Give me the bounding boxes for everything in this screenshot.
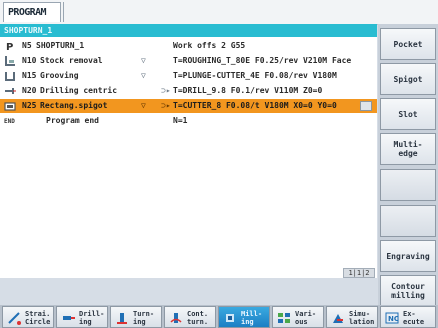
block-parameters: T=DRILL_9.8 F0.1/rev V110M Z0=0 — [173, 86, 323, 95]
vertical-softkey-bar: Pocket Spigot Slot Multi- edge Engraving Cont… — [378, 24, 438, 307]
block-parameters: T=PLUNGE-CUTTER_4E F0.08/rev V180M — [173, 71, 337, 80]
milling-icon — [223, 311, 237, 325]
program-name-bar: SHOPTURN_1 — [0, 24, 377, 37]
drilling-icon — [61, 311, 75, 325]
softkey-milling[interactable]: Mill- ing — [218, 306, 270, 328]
block-label: Rectang.spigot — [40, 101, 108, 110]
softkey-vertical-pocket[interactable]: Pocket — [380, 28, 436, 60]
block-parameters: T=ROUGHING_T_80E F0.25/rev V210M Face — [173, 56, 352, 65]
block-label: Grooving — [40, 71, 79, 80]
softkey-label: Mill- ing — [241, 310, 263, 326]
block-number: N10 — [22, 56, 37, 65]
softkey-label: Drill- ing — [79, 310, 105, 326]
softkey-contour-turning[interactable]: Cont. turn. — [164, 306, 216, 328]
block-label: Stock removal — [40, 56, 103, 65]
block-label: Drilling centric — [40, 86, 118, 95]
block-parameters: T=CUTTER_8 F0.08/t V180M X0=0 Y0=0 — [173, 101, 337, 110]
softkey-straight-circle[interactable]: Strai. Circle — [2, 306, 54, 328]
softkey-simulation[interactable]: Simu- lation — [326, 306, 378, 328]
straight-circle-icon — [7, 311, 21, 325]
linked-marker: ⊃▸ — [161, 86, 171, 95]
softkey-various[interactable]: Vari- ous — [272, 306, 324, 328]
svg-text:P: P — [6, 42, 13, 52]
grooving-icon — [4, 70, 16, 82]
block-parameters: Work offs 2 G55 — [173, 41, 246, 50]
softkey-vertical-spigot[interactable]: Spigot — [380, 63, 436, 95]
block-number: N5 — [22, 41, 32, 50]
softkey-execute[interactable]: NC Ex- ecute — [380, 306, 436, 328]
end-icon: END — [4, 118, 15, 125]
softkey-vertical-engraving[interactable]: Engraving — [380, 240, 436, 272]
program-tab[interactable]: PROGRAM — [3, 2, 61, 22]
p-letter-icon: P — [4, 40, 16, 53]
program-list[interactable]: P N5 SHOPTURN_1 Work offs 2 G55 N10 Stock rem… — [0, 37, 377, 278]
edit-icon[interactable] — [360, 101, 372, 111]
softkey-label: Simu- lation — [349, 310, 375, 326]
block-number: N25 — [22, 101, 37, 110]
drilling-icon — [4, 85, 16, 97]
softkey-vertical-blank-5[interactable] — [380, 205, 436, 237]
collapse-arrow: ▽ — [141, 56, 146, 65]
block-number: N15 — [22, 71, 37, 80]
horizontal-softkey-bar: Strai. Circle Drill- ing Turn- ing Cont. tu… — [0, 305, 438, 328]
softkey-turning[interactable]: Turn- ing — [110, 306, 162, 328]
block-parameters: N=1 — [173, 116, 188, 125]
softkey-vertical-blank-4[interactable] — [380, 169, 436, 201]
softkey-label: Turn- ing — [133, 310, 155, 326]
collapse-arrow: ▽ — [141, 101, 146, 110]
linked-marker: ⊃▸ — [161, 101, 171, 110]
empty-tab — [63, 2, 110, 22]
contour-turning-icon — [169, 311, 183, 325]
header-bar: PROGRAM — [0, 0, 438, 25]
softkey-label: Cont. turn. — [187, 310, 209, 326]
program-block-row[interactable]: END Program end N=1 — [0, 114, 377, 128]
softkey-label: Strai. Circle — [25, 310, 51, 326]
program-block-row[interactable]: N15 Grooving ▽ T=PLUNGE-CUTTER_4E F0.08/rev… — [0, 69, 377, 83]
various-icon — [277, 311, 291, 325]
block-label: SHOPTURN_1 — [36, 41, 85, 50]
block-number: N20 — [22, 86, 37, 95]
turning-icon — [115, 311, 129, 325]
svg-text:NC: NC — [388, 315, 399, 323]
program-block-row[interactable]: N10 Stock removal ▽ T=ROUGHING_T_80E F0.25/… — [0, 54, 377, 68]
softkey-drilling[interactable]: Drill- ing — [56, 306, 108, 328]
program-block-row[interactable]: N25 Rectang.spigot ▽ ⊃▸ T=CUTTER_8 F0.08/t V… — [0, 99, 377, 113]
block-label: Program end — [46, 116, 99, 125]
softkey-label: Vari- ous — [295, 310, 317, 326]
program-block-row[interactable]: N20 Drilling centric ⊃▸ T=DRILL_9.8 F0.1/re… — [0, 84, 377, 98]
softkey-vertical-multi-edge[interactable]: Multi- edge — [380, 133, 436, 165]
collapse-arrow: ▽ — [141, 71, 146, 80]
stock-removal-icon — [4, 55, 16, 67]
page-indicator: 1|1|2 — [343, 268, 375, 278]
softkey-vertical-contour-milling[interactable]: Contour milling — [380, 275, 436, 307]
softkey-vertical-slot[interactable]: Slot — [380, 98, 436, 130]
rect-spigot-icon — [4, 100, 16, 112]
simulation-icon — [331, 311, 345, 325]
softkey-label: Ex- ecute — [403, 310, 425, 326]
program-block-row[interactable]: P N5 SHOPTURN_1 Work offs 2 G55 — [0, 39, 377, 53]
execute-icon: NC — [385, 311, 399, 325]
